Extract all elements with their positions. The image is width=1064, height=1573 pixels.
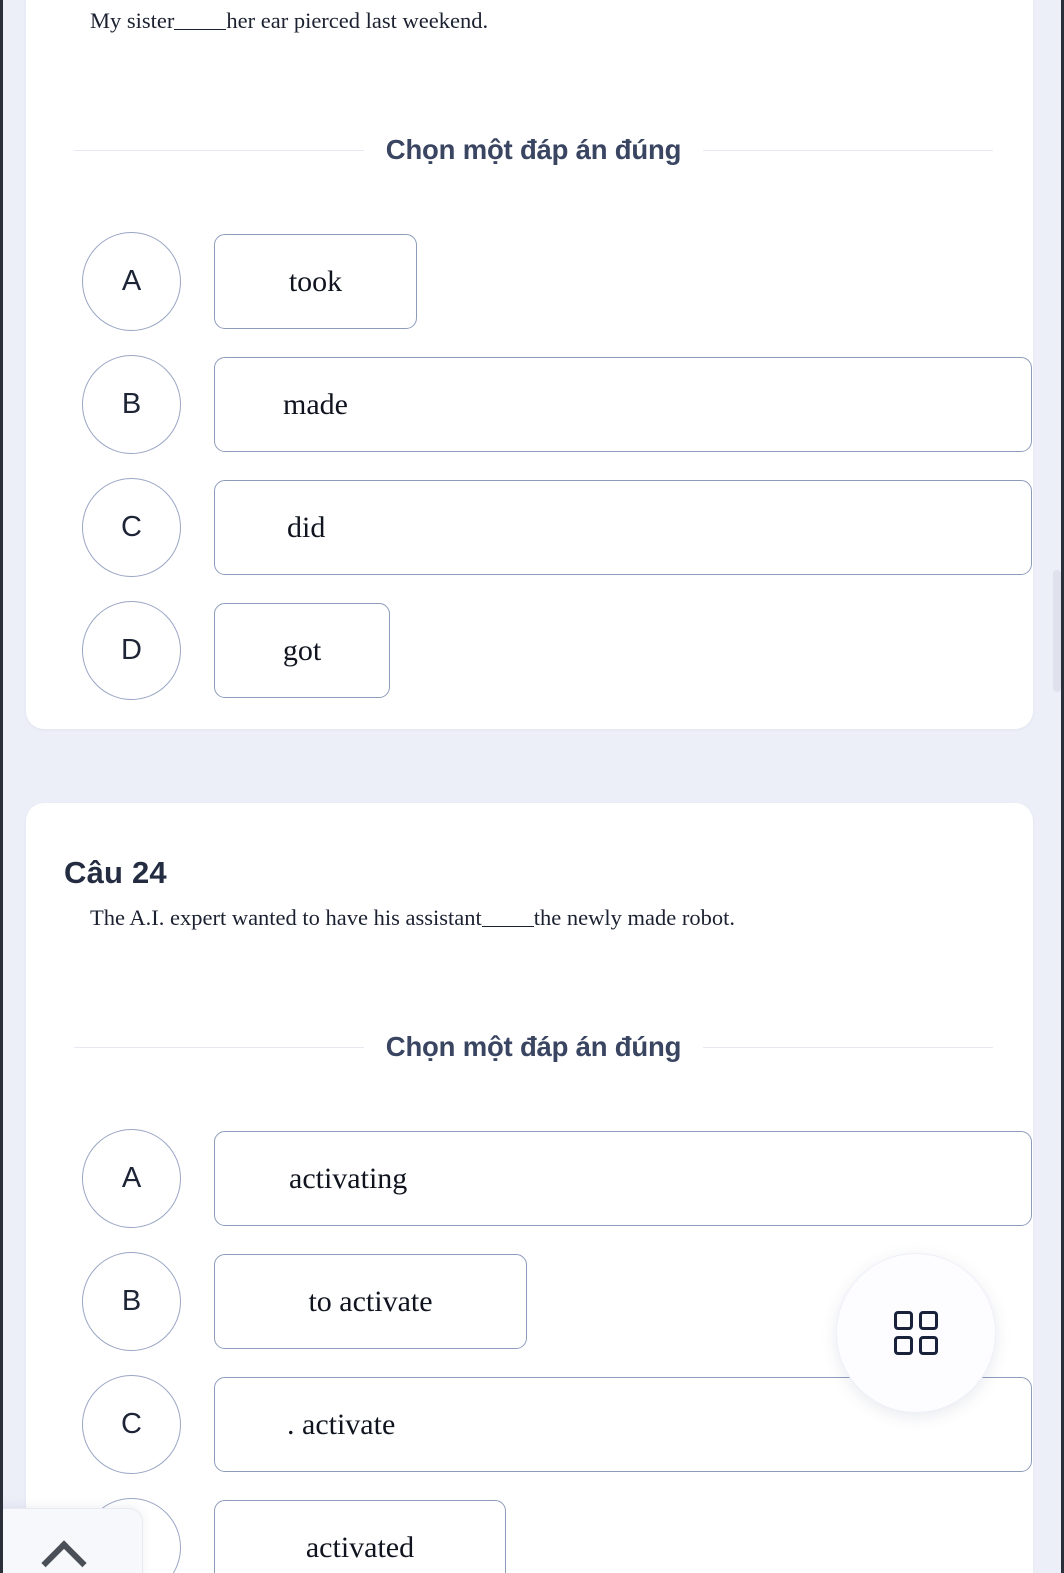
divider-rule-left <box>73 149 364 151</box>
choose-answer-divider-23: Chọn một đáp án đúng <box>3 128 1064 172</box>
choose-answer-label: Chọn một đáp án đúng <box>385 1031 682 1062</box>
option-box-d[interactable]: got <box>214 603 390 698</box>
option-text-d: got <box>282 633 322 667</box>
option-text-b: made <box>283 387 348 421</box>
option-text-a: activating <box>289 1161 408 1195</box>
grid-cell-top-right <box>919 1311 938 1330</box>
option-row-d[interactable]: D got <box>82 601 390 700</box>
prompt-blank <box>174 29 227 30</box>
prompt-text-after: her ear pierced last weekend. <box>226 8 489 33</box>
option-box-b[interactable]: made <box>214 357 1032 452</box>
option-box-b[interactable]: to activate <box>214 1254 527 1349</box>
divider-rule-right <box>703 1046 994 1048</box>
option-text-b: to activate <box>308 1284 433 1318</box>
option-letter-a[interactable]: A <box>82 1129 181 1228</box>
choose-answer-divider-24: Chọn một đáp án đúng <box>3 1025 1064 1069</box>
page-left-gutter <box>0 0 3 1573</box>
option-row-a[interactable]: A took <box>82 232 417 331</box>
question-grid-fab[interactable] <box>836 1253 996 1413</box>
option-row-b[interactable]: B made <box>82 355 1032 454</box>
divider-rule-right <box>703 149 994 151</box>
option-row-c[interactable]: C did <box>82 478 1032 577</box>
question-prompt-24: The A.I. expert wanted to have his assis… <box>90 903 993 932</box>
question-card-23: My sister her ear pierced last weekend. C… <box>26 0 1033 729</box>
option-text-a: took <box>288 264 343 298</box>
option-row-d[interactable]: D activated <box>82 1498 506 1573</box>
option-letter-d[interactable]: D <box>82 601 181 700</box>
question-prompt-23: My sister her ear pierced last weekend. <box>90 6 993 35</box>
option-box-a[interactable]: took <box>214 234 417 329</box>
option-letter-b[interactable]: B <box>82 1252 181 1351</box>
question-card-24: Câu 24 The A.I. expert wanted to have hi… <box>26 803 1033 1573</box>
question-number-24: Câu 24 <box>64 855 167 890</box>
grid-cell-bottom-left <box>894 1336 913 1355</box>
option-letter-b[interactable]: B <box>82 355 181 454</box>
option-box-a[interactable]: activating <box>214 1131 1032 1226</box>
chevron-up-icon <box>44 1533 84 1573</box>
prompt-text-before: The A.I. expert wanted to have his assis… <box>90 905 482 930</box>
grid-cell-bottom-right <box>919 1336 938 1355</box>
scrollbar-thumb[interactable] <box>1053 570 1061 692</box>
option-text-d: activated <box>305 1530 415 1564</box>
prompt-text-after: the newly made robot. <box>533 905 735 930</box>
grid-cell-top-left <box>894 1311 913 1330</box>
prompt-text-before: My sister <box>90 8 175 33</box>
option-letter-c[interactable]: C <box>82 478 181 577</box>
prompt-blank <box>481 926 534 927</box>
option-row-a[interactable]: A activating <box>82 1129 1032 1228</box>
divider-rule-left <box>73 1046 364 1048</box>
quiz-viewport: My sister her ear pierced last weekend. C… <box>3 0 1064 1573</box>
grid-2x2-icon <box>894 1311 938 1355</box>
option-text-c: did <box>287 510 326 544</box>
scroll-to-top-button[interactable] <box>3 1508 143 1573</box>
choose-answer-label: Chọn một đáp án đúng <box>385 134 682 165</box>
option-box-c[interactable]: did <box>214 480 1032 575</box>
option-letter-c[interactable]: C <box>82 1375 181 1474</box>
option-letter-a[interactable]: A <box>82 232 181 331</box>
option-box-d[interactable]: activated <box>214 1500 506 1573</box>
option-row-b[interactable]: B to activate <box>82 1252 527 1351</box>
